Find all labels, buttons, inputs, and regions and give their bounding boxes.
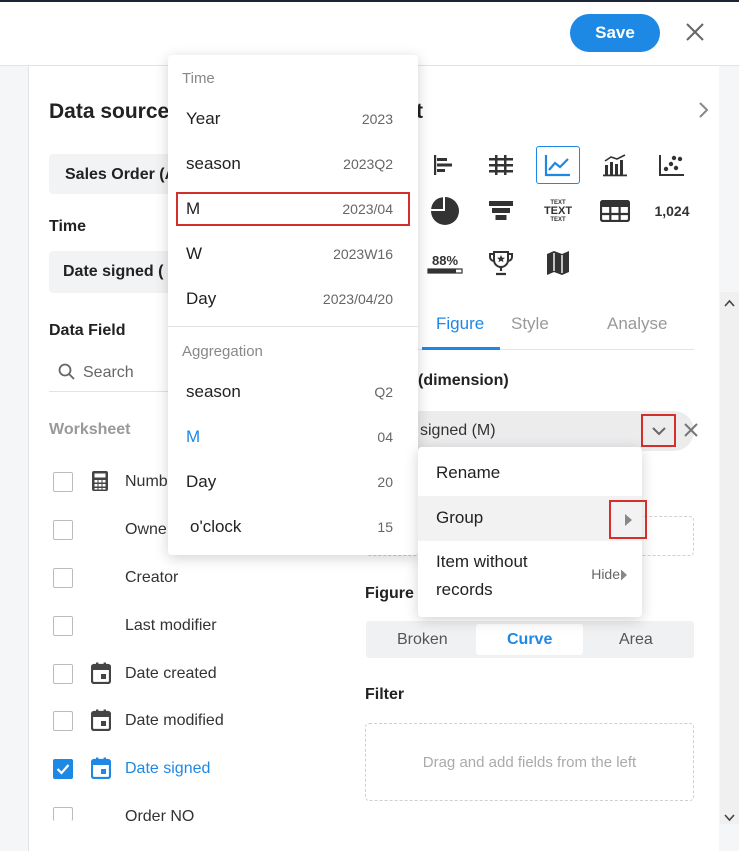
chevron-right-icon[interactable] [696, 101, 712, 119]
chevron-down-icon[interactable] [641, 414, 676, 447]
pie-chart-icon[interactable] [423, 192, 467, 230]
menu-item-without-records[interactable]: Item without records Hide [418, 541, 642, 617]
field-checkbox[interactable] [53, 807, 73, 821]
field-checkbox[interactable] [53, 520, 73, 540]
field-checkbox[interactable] [53, 472, 73, 492]
field-label: Owne [125, 521, 167, 538]
figure-segmented-control: Broken Curve Area [366, 621, 694, 658]
field-checkbox-checked[interactable] [53, 759, 73, 779]
tab-style[interactable]: Style [511, 314, 549, 334]
close-icon[interactable] [683, 20, 707, 44]
menu-item-month[interactable]: M 2023/04 [176, 192, 410, 226]
menu-item-agg-day[interactable]: Day 20 [176, 465, 410, 499]
field-item[interactable]: Order NO [53, 805, 333, 829]
aggregation-group-header: Aggregation [182, 343, 263, 360]
number-chart-icon[interactable]: 1,024 [650, 192, 694, 230]
scroll-down-icon[interactable] [724, 810, 735, 822]
text-chart-icon[interactable]: TEXT TEXT TEXT [536, 192, 580, 230]
menu-item-year[interactable]: Year 2023 [176, 102, 410, 136]
calendar-icon [90, 662, 112, 685]
submenu-arrow-icon[interactable] [609, 500, 647, 539]
field-item[interactable]: Date modified [53, 709, 333, 733]
remove-field-icon[interactable] [682, 421, 700, 439]
field-checkbox[interactable] [53, 664, 73, 684]
menu-item-agg-season[interactable]: season Q2 [176, 375, 410, 409]
tab-analyse[interactable]: Analyse [607, 314, 667, 334]
horizontal-bar-chart-icon[interactable] [423, 146, 467, 184]
dimension-field-label: signed (M) [420, 422, 496, 439]
calendar-icon [90, 709, 112, 732]
field-item[interactable]: Date created [53, 662, 333, 686]
field-label: Date modified [125, 712, 224, 729]
field-label: Numb [125, 473, 168, 490]
calendar-icon [90, 757, 112, 780]
field-context-menu: Rename Group Item without records Hide [418, 447, 647, 617]
table-chart-icon[interactable] [593, 192, 637, 230]
map-icon[interactable] [536, 244, 580, 282]
line-chart-icon[interactable] [536, 146, 580, 184]
field-checkbox[interactable] [53, 616, 73, 636]
field-item-selected[interactable]: Date signed [53, 757, 333, 781]
filter-label: Filter [365, 686, 405, 703]
menu-item-day[interactable]: Day 2023/04/20 [176, 282, 410, 316]
trophy-icon[interactable] [479, 244, 523, 282]
save-button[interactable]: Save [570, 14, 660, 52]
filter-drop-zone[interactable]: Drag and add fields from the left [365, 723, 694, 801]
figure-label: Figure [365, 585, 414, 602]
menu-item-rename[interactable]: Rename [418, 451, 642, 496]
field-item[interactable]: Last modifier [53, 614, 333, 638]
time-label: Time [49, 218, 87, 235]
scatter-chart-icon[interactable] [650, 146, 694, 184]
menu-item-group[interactable]: Group [418, 496, 647, 541]
menu-item-week[interactable]: W 2023W16 [176, 237, 410, 271]
stacked-bar-chart-icon[interactable] [479, 146, 523, 184]
menu-item-season[interactable]: season 2023Q2 [176, 147, 410, 181]
field-checkbox[interactable] [53, 711, 73, 731]
submenu-arrow-icon [620, 568, 628, 581]
segment-area[interactable]: Area [619, 631, 653, 649]
field-label: Date created [125, 665, 217, 682]
window-strip [0, 0, 739, 2]
search-placeholder: Search [83, 364, 134, 381]
field-label: Order NO [125, 808, 195, 825]
field-checkbox[interactable] [53, 568, 73, 588]
field-label: Date signed [125, 760, 211, 777]
funnel-chart-icon[interactable] [479, 192, 523, 230]
hide-value: Hide [591, 566, 620, 582]
active-tab-indicator [422, 347, 500, 350]
search-icon [57, 362, 77, 382]
bar-line-combo-chart-icon[interactable] [593, 146, 637, 184]
scroll-up-icon[interactable] [724, 296, 735, 307]
menu-divider [168, 326, 418, 327]
time-group-header: Time [182, 70, 215, 87]
field-label: Last modifier [125, 617, 217, 634]
worksheet-label: Worksheet [49, 421, 131, 438]
progress-chart-icon[interactable]: 88% [423, 244, 467, 282]
field-label: Creator [125, 569, 179, 586]
dimension-label: (dimension) [418, 372, 509, 389]
time-granularity-menu: Time Year 2023 season 2023Q2 M 2023/04 W… [168, 55, 418, 555]
menu-item-agg-hour[interactable]: o'clock 15 [176, 510, 410, 544]
filter-drop-hint: Drag and add fields from the left [422, 754, 637, 771]
calculator-icon [91, 470, 111, 492]
data-source-title: Data source [49, 100, 170, 123]
tab-figure[interactable]: Figure [436, 314, 484, 334]
segment-broken[interactable]: Broken [397, 631, 448, 649]
vertical-scrollbar[interactable] [720, 292, 739, 824]
data-field-label: Data Field [49, 322, 126, 339]
menu-item-agg-month[interactable]: M 04 [176, 420, 410, 454]
field-item[interactable]: Creator [53, 566, 333, 590]
segment-curve[interactable]: Curve [507, 631, 552, 649]
